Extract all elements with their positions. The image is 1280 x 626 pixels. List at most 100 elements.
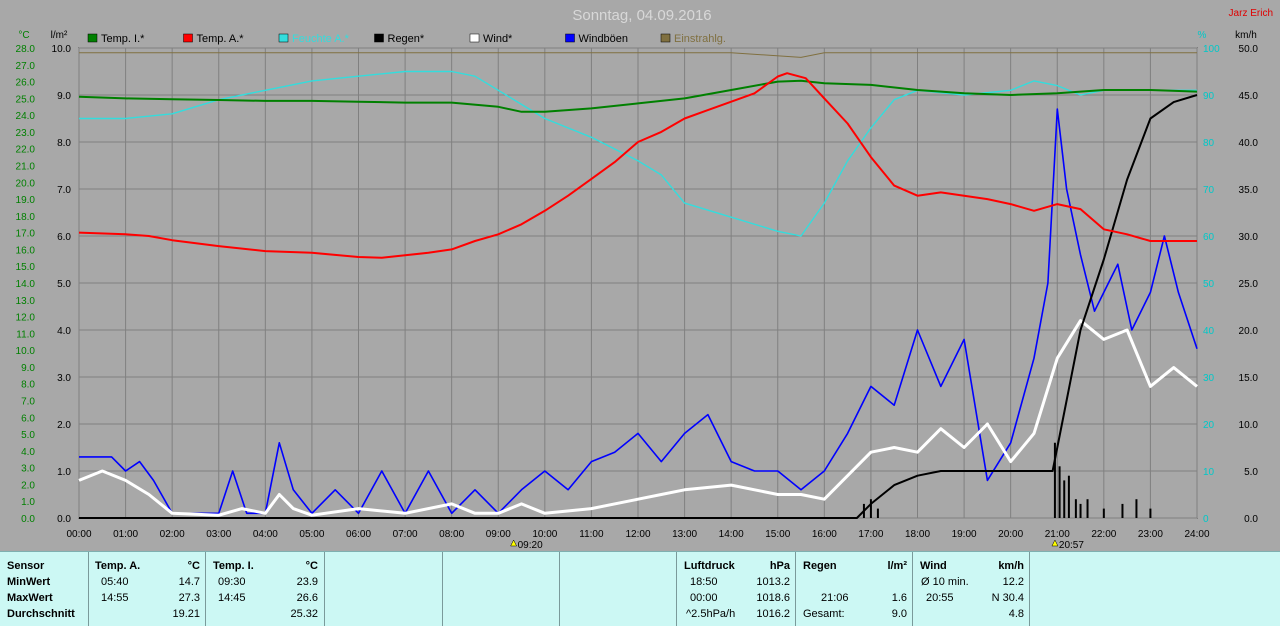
temp-tick-label: 16.0 — [16, 245, 36, 256]
time-tick-label: 21:00 — [1045, 529, 1070, 540]
rain-unit: l/m² — [887, 560, 907, 572]
temp-tick-label: 23.0 — [16, 128, 36, 139]
wind-max-value: N 30.4 — [991, 592, 1024, 604]
legend-swatch — [183, 33, 193, 43]
legend-swatch — [469, 33, 480, 43]
chart-legend: Temp. I.* Temp. A.* Feuchte A.* Regen* Wind*… — [87, 33, 726, 45]
temp-tick-label: 22.0 — [16, 145, 36, 156]
wind-header: Wind — [920, 560, 947, 572]
legend-label: Wind* — [483, 33, 513, 45]
rain-tick-label: 1.0 — [57, 467, 71, 478]
humidity-tick-label: 10 — [1203, 467, 1215, 478]
temp-tick-label: 21.0 — [16, 162, 36, 173]
rain-tick-label: 9.0 — [57, 91, 71, 102]
temp-a-min-time: 05:40 — [101, 576, 129, 588]
temp-tick-label: 28.0 — [16, 44, 36, 55]
legend-swatch — [374, 33, 384, 43]
time-tick-label: 02:00 — [160, 529, 185, 540]
time-tick-label: 24:00 — [1184, 529, 1209, 540]
col-sensor: Sensor MinWert MaxWert Durchschnitt — [0, 552, 88, 626]
legend-label: Regen* — [388, 33, 425, 45]
rain-tick-label: 0.0 — [57, 514, 71, 525]
temp-tick-label: 18.0 — [16, 212, 36, 223]
wind-unit: km/h — [998, 560, 1024, 572]
legend-swatch — [660, 33, 671, 43]
time-tick-label: 17:00 — [858, 529, 883, 540]
weather-chart: Sonntag, 04.09.2016 Jarz Erich °C l/m² %… — [16, 7, 1273, 551]
legend-label: Feuchte A.* — [292, 33, 350, 45]
time-tick-label: 12:00 — [625, 529, 650, 540]
time-tick-label: 22:00 — [1091, 529, 1116, 540]
time-tick-label: 09:00 — [486, 529, 511, 540]
humidity-tick-label: 30 — [1203, 373, 1215, 384]
humidity-tick-label: 80 — [1203, 138, 1215, 149]
temp-i-min-time: 09:30 — [218, 576, 246, 588]
temp-tick-label: 1.0 — [21, 497, 35, 508]
statistics-table: Sensor MinWert MaxWert Durchschnitt Temp… — [0, 551, 1280, 626]
humidity-tick-label: 60 — [1203, 232, 1215, 243]
temp-tick-label: 3.0 — [21, 464, 35, 475]
rain-total-label: Gesamt: — [803, 608, 845, 620]
chart-title: Sonntag, 04.09.2016 — [572, 7, 711, 24]
legend-label: Temp. A.* — [197, 33, 245, 45]
temp-tick-label: 26.0 — [16, 78, 36, 89]
rain-tick-label: 3.0 — [57, 373, 71, 384]
col-rain: Regen l/m² 21:06 1.6 Gesamt: 9.0 — [795, 552, 913, 626]
col-pressure: Luftdruck hPa 18:50 1013.2 00:00 1018.6 … — [676, 552, 796, 626]
humidity-tick-label: 20 — [1203, 420, 1215, 431]
time-tick-label: 07:00 — [393, 529, 418, 540]
wind-tick-label: 5.0 — [1244, 467, 1258, 478]
wind-tick-label: 50.0 — [1239, 44, 1259, 55]
time-tick-label: 08:00 — [439, 529, 464, 540]
pressure-trend-label: ^2.5hPa/h — [686, 608, 736, 620]
temp-tick-label: 5.0 — [21, 430, 35, 441]
time-tick-label: 23:00 — [1138, 529, 1163, 540]
wind-avg10-label: Ø 10 min. — [921, 576, 969, 588]
temp-tick-label: 11.0 — [16, 329, 35, 340]
time-tick-label: 13:00 — [672, 529, 697, 540]
time-tick-label: 18:00 — [905, 529, 930, 540]
humidity-tick-label: 50 — [1203, 279, 1215, 290]
col-wind: Wind km/h Ø 10 min. 12.2 20:55 N 30.4 4.… — [912, 552, 1030, 626]
time-tick-label: 04:00 — [253, 529, 278, 540]
marker-icon — [510, 539, 518, 547]
wind-avg10-value: 12.2 — [1002, 576, 1024, 588]
pressure-max-value: 1018.6 — [756, 592, 790, 604]
temp-a-header: Temp. A. — [95, 560, 141, 572]
temp-a-avg-value: 19.21 — [172, 608, 200, 620]
temp-tick-label: 24.0 — [16, 111, 36, 122]
temp-tick-label: 4.0 — [21, 447, 35, 458]
marker-label: 20:57 — [1059, 540, 1084, 551]
wind-unit-label: km/h — [1235, 30, 1257, 41]
temp-unit-label: °C — [18, 30, 29, 41]
wind-max-time: 20:55 — [926, 592, 954, 604]
pressure-unit: hPa — [769, 560, 790, 572]
time-tick-label: 05:00 — [299, 529, 324, 540]
temp-i-unit: °C — [305, 560, 318, 572]
temp-a-min-value: 14.7 — [178, 576, 200, 588]
rain-tick-label: 10.0 — [52, 44, 72, 55]
rain-tick-label: 5.0 — [57, 279, 71, 290]
col-empty-4 — [1029, 552, 1280, 626]
rain-max-time: 21:06 — [821, 592, 849, 604]
temp-tick-label: 25.0 — [16, 94, 36, 105]
col-empty-3 — [559, 552, 677, 626]
marker-label: 09:20 — [518, 540, 543, 551]
temp-tick-label: 9.0 — [21, 363, 35, 374]
col-temp-a: Temp. A. °C 05:40 14.7 14:55 27.3 19.21 — [88, 552, 206, 626]
pressure-header: Luftdruck — [684, 560, 735, 572]
temp-tick-label: 20.0 — [16, 178, 36, 189]
legend-swatch — [278, 33, 289, 43]
temp-i-max-value: 26.6 — [296, 592, 318, 604]
wind-tick-label: 40.0 — [1239, 138, 1259, 149]
durchschnitt-label: Durchschnitt — [7, 608, 75, 620]
temp-a-max-value: 27.3 — [178, 592, 200, 604]
wind-tick-label: 15.0 — [1239, 373, 1259, 384]
temp-tick-label: 6.0 — [21, 413, 35, 424]
temp-i-avg-value: 25.32 — [290, 608, 318, 620]
temp-tick-label: 0.0 — [21, 514, 35, 525]
temp-tick-label: 19.0 — [16, 195, 36, 206]
humidity-tick-label: 100 — [1203, 44, 1220, 55]
marker-icon — [1051, 539, 1059, 547]
legend-swatch — [565, 33, 575, 43]
